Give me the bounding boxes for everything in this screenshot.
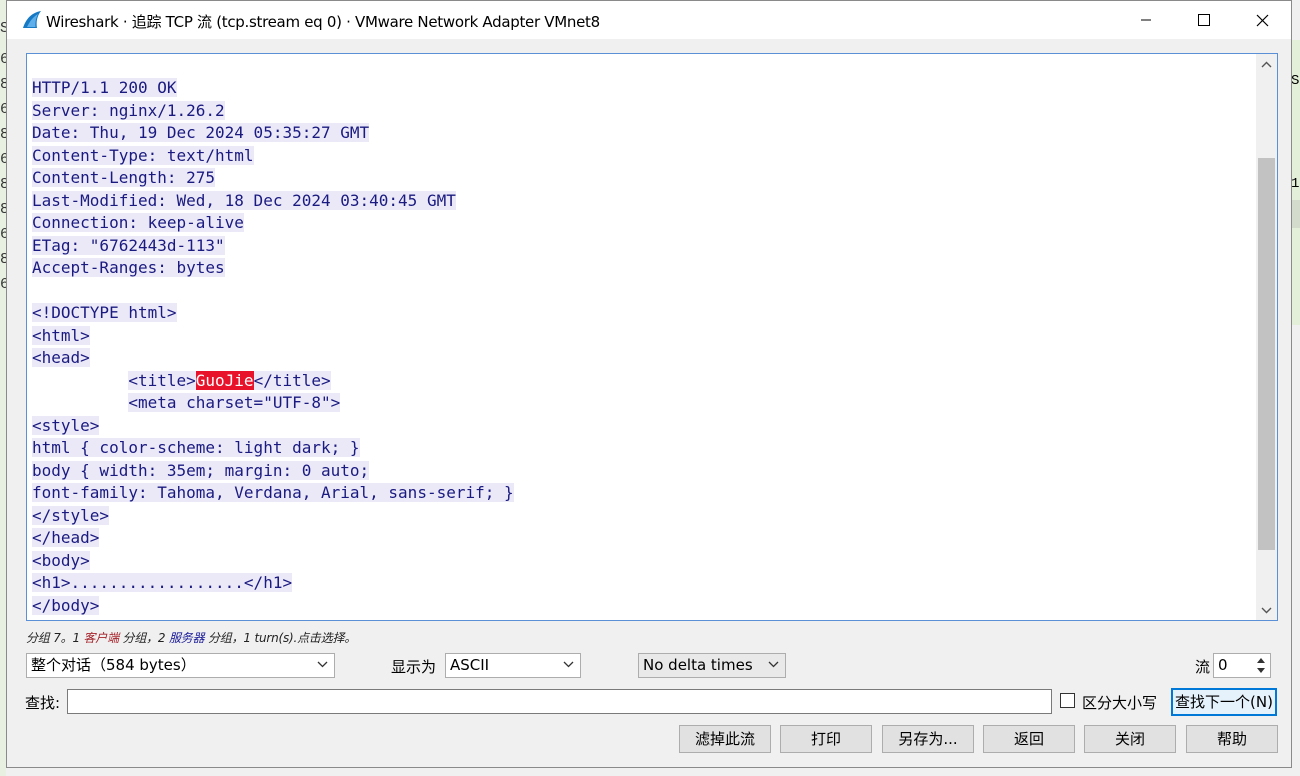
follow-tcp-stream-dialog: Wireshark · 追踪 TCP 流 (tcp.stream eq 0) ·…	[6, 0, 1292, 768]
stream-line: font-family: Tahoma, Verdana, Arial, san…	[32, 482, 514, 505]
scroll-down-icon[interactable]	[1256, 600, 1277, 620]
stream-text-segment: <title>	[128, 370, 196, 390]
server-link[interactable]: 服务器	[169, 631, 205, 645]
stream-line: Connection: keep-alive	[32, 212, 514, 235]
minimize-icon[interactable]	[1117, 1, 1175, 39]
stream-indent	[32, 371, 128, 390]
stream-line: <h1>..................</h1>	[32, 572, 514, 595]
stream-text-segment: <!DOCTYPE html>	[32, 303, 177, 322]
search-highlight: GuoJie	[195, 370, 254, 390]
show-as-value: ASCII	[450, 656, 490, 674]
maximize-icon[interactable]	[1175, 1, 1233, 39]
stream-line: HTTP/1.1 200 OK	[32, 77, 514, 100]
stream-line	[32, 280, 514, 303]
stream-line: ETag: "6762443d-113"	[32, 235, 514, 258]
stream-indent	[32, 393, 128, 412]
stream-text-segment: Content-Length: 275	[32, 168, 216, 187]
close-icon[interactable]	[1233, 1, 1291, 39]
stream-number-label: 流	[1195, 658, 1211, 676]
summary-text: 分组 7。1	[26, 631, 84, 645]
stream-number-spinbox[interactable]: 0	[1213, 653, 1271, 678]
show-as-label: 显示为	[391, 658, 437, 676]
stream-text-segment: Server: nginx/1.26.2	[32, 100, 225, 120]
stream-text-segment: </head>	[32, 528, 100, 547]
stream-line: Date: Thu, 19 Dec 2024 05:35:27 GMT	[32, 122, 514, 145]
show-as-select[interactable]: ASCII	[445, 653, 581, 678]
stream-text-segment: ETag: "6762443d-113"	[32, 235, 225, 255]
summary-text: 分组，1 turn(s).点击选择。	[204, 631, 357, 645]
conversation-select-value: 整个对话（584 bytes）	[31, 656, 196, 674]
stream-text-segment: <style>	[32, 415, 100, 435]
stream-text-segment: HTTP/1.1 200 OK	[32, 78, 177, 97]
stream-line: <style>	[32, 415, 514, 438]
summary-text: 分组，2	[118, 631, 169, 645]
chevron-down-icon	[768, 661, 779, 668]
vertical-scrollbar[interactable]	[1256, 54, 1277, 620]
spin-down-icon[interactable]	[1253, 665, 1269, 676]
stream-line: <html>	[32, 325, 514, 348]
stream-text-segment: Content-Type: text/html	[32, 145, 254, 165]
stream-text-segment: Accept-Ranges: bytes	[32, 258, 225, 277]
help-button[interactable]: 帮助	[1186, 725, 1278, 753]
scroll-up-icon[interactable]	[1256, 54, 1277, 74]
find-input[interactable]	[67, 689, 1052, 714]
stream-text-segment: </title>	[253, 370, 331, 390]
delta-times-select[interactable]: No delta times	[638, 653, 786, 678]
stream-number-value: 0	[1218, 656, 1228, 674]
client-link[interactable]: 客户端	[84, 631, 120, 645]
bg-glyph: S	[1291, 73, 1300, 89]
stream-line: </body>	[32, 595, 514, 618]
stream-text-segment: Date: Thu, 19 Dec 2024 05:35:27 GMT	[32, 123, 370, 142]
stream-text-segment: Last-Modified: Wed, 18 Dec 2024 03:40:45…	[32, 190, 456, 210]
stream-line: Content-Type: text/html	[32, 145, 514, 168]
scrollbar-thumb[interactable]	[1258, 158, 1275, 550]
stream-text[interactable]: HTTP/1.1 200 OK Server: nginx/1.26.2 Date:…	[32, 77, 514, 617]
stream-text-segment: Connection: keep-alive	[32, 213, 244, 232]
stream-line: <title>GuoJie</title>	[32, 370, 514, 393]
stream-text-segment: <meta charset="UTF-8">	[128, 393, 341, 412]
bg-glyph: 1	[1291, 176, 1300, 192]
stream-content-view[interactable]: HTTP/1.1 200 OK Server: nginx/1.26.2 Date:…	[26, 53, 1278, 621]
stream-text-segment: <html>	[32, 325, 90, 345]
stream-text-segment: </body>	[32, 595, 100, 615]
stream-text-segment: html { color-scheme: light dark; }	[32, 438, 360, 457]
stream-text-segment: </style>	[32, 505, 110, 525]
stream-line: </style>	[32, 505, 514, 528]
find-next-button[interactable]: 查找下一个(N)	[1171, 688, 1277, 716]
window-title: Wireshark · 追踪 TCP 流 (tcp.stream eq 0) ·…	[46, 13, 600, 31]
close-button[interactable]: 关闭	[1084, 725, 1176, 753]
stream-line: <meta charset="UTF-8">	[32, 392, 514, 415]
stream-text-segment: <body>	[32, 550, 90, 570]
stream-line: Server: nginx/1.26.2	[32, 100, 514, 123]
chevron-down-icon	[563, 661, 574, 668]
back-button[interactable]: 返回	[983, 725, 1075, 753]
filter-out-button[interactable]: 滤掉此流	[679, 725, 771, 753]
stream-line: <!DOCTYPE html>	[32, 302, 514, 325]
stream-line: <head>	[32, 347, 514, 370]
stream-text-segment: font-family: Tahoma, Verdana, Arial, san…	[32, 483, 514, 502]
find-label: 查找:	[25, 694, 61, 712]
stream-text-segment: body { width: 35em; margin: 0 auto;	[32, 460, 370, 480]
print-button[interactable]: 打印	[780, 725, 872, 753]
stream-line: html { color-scheme: light dark; }	[32, 437, 514, 460]
chevron-down-icon	[317, 661, 328, 668]
stream-summary: 分组 7。1 客户端 分组，2 服务器 分组，1 turn(s).点击选择。	[26, 629, 356, 646]
stream-line: </head>	[32, 527, 514, 550]
stream-line: Last-Modified: Wed, 18 Dec 2024 03:40:45…	[32, 190, 514, 213]
stream-text-segment: <h1>..................</h1>	[32, 573, 293, 592]
conversation-select[interactable]: 整个对话（584 bytes）	[26, 653, 335, 678]
wireshark-fin-icon	[23, 11, 41, 28]
stream-line: body { width: 35em; margin: 0 auto;	[32, 460, 514, 483]
save-as-button[interactable]: 另存为...	[882, 725, 974, 753]
title-bar[interactable]: Wireshark · 追踪 TCP 流 (tcp.stream eq 0) ·…	[7, 1, 1291, 39]
stream-line: Content-Length: 275	[32, 167, 514, 190]
delta-times-value: No delta times	[643, 656, 753, 674]
case-sensitive-label: 区分大小写	[1082, 694, 1158, 712]
case-sensitive-checkbox[interactable]	[1060, 693, 1075, 708]
stream-line: Accept-Ranges: bytes	[32, 257, 514, 280]
stream-line: <body>	[32, 550, 514, 573]
stream-text-segment: <head>	[32, 348, 90, 367]
